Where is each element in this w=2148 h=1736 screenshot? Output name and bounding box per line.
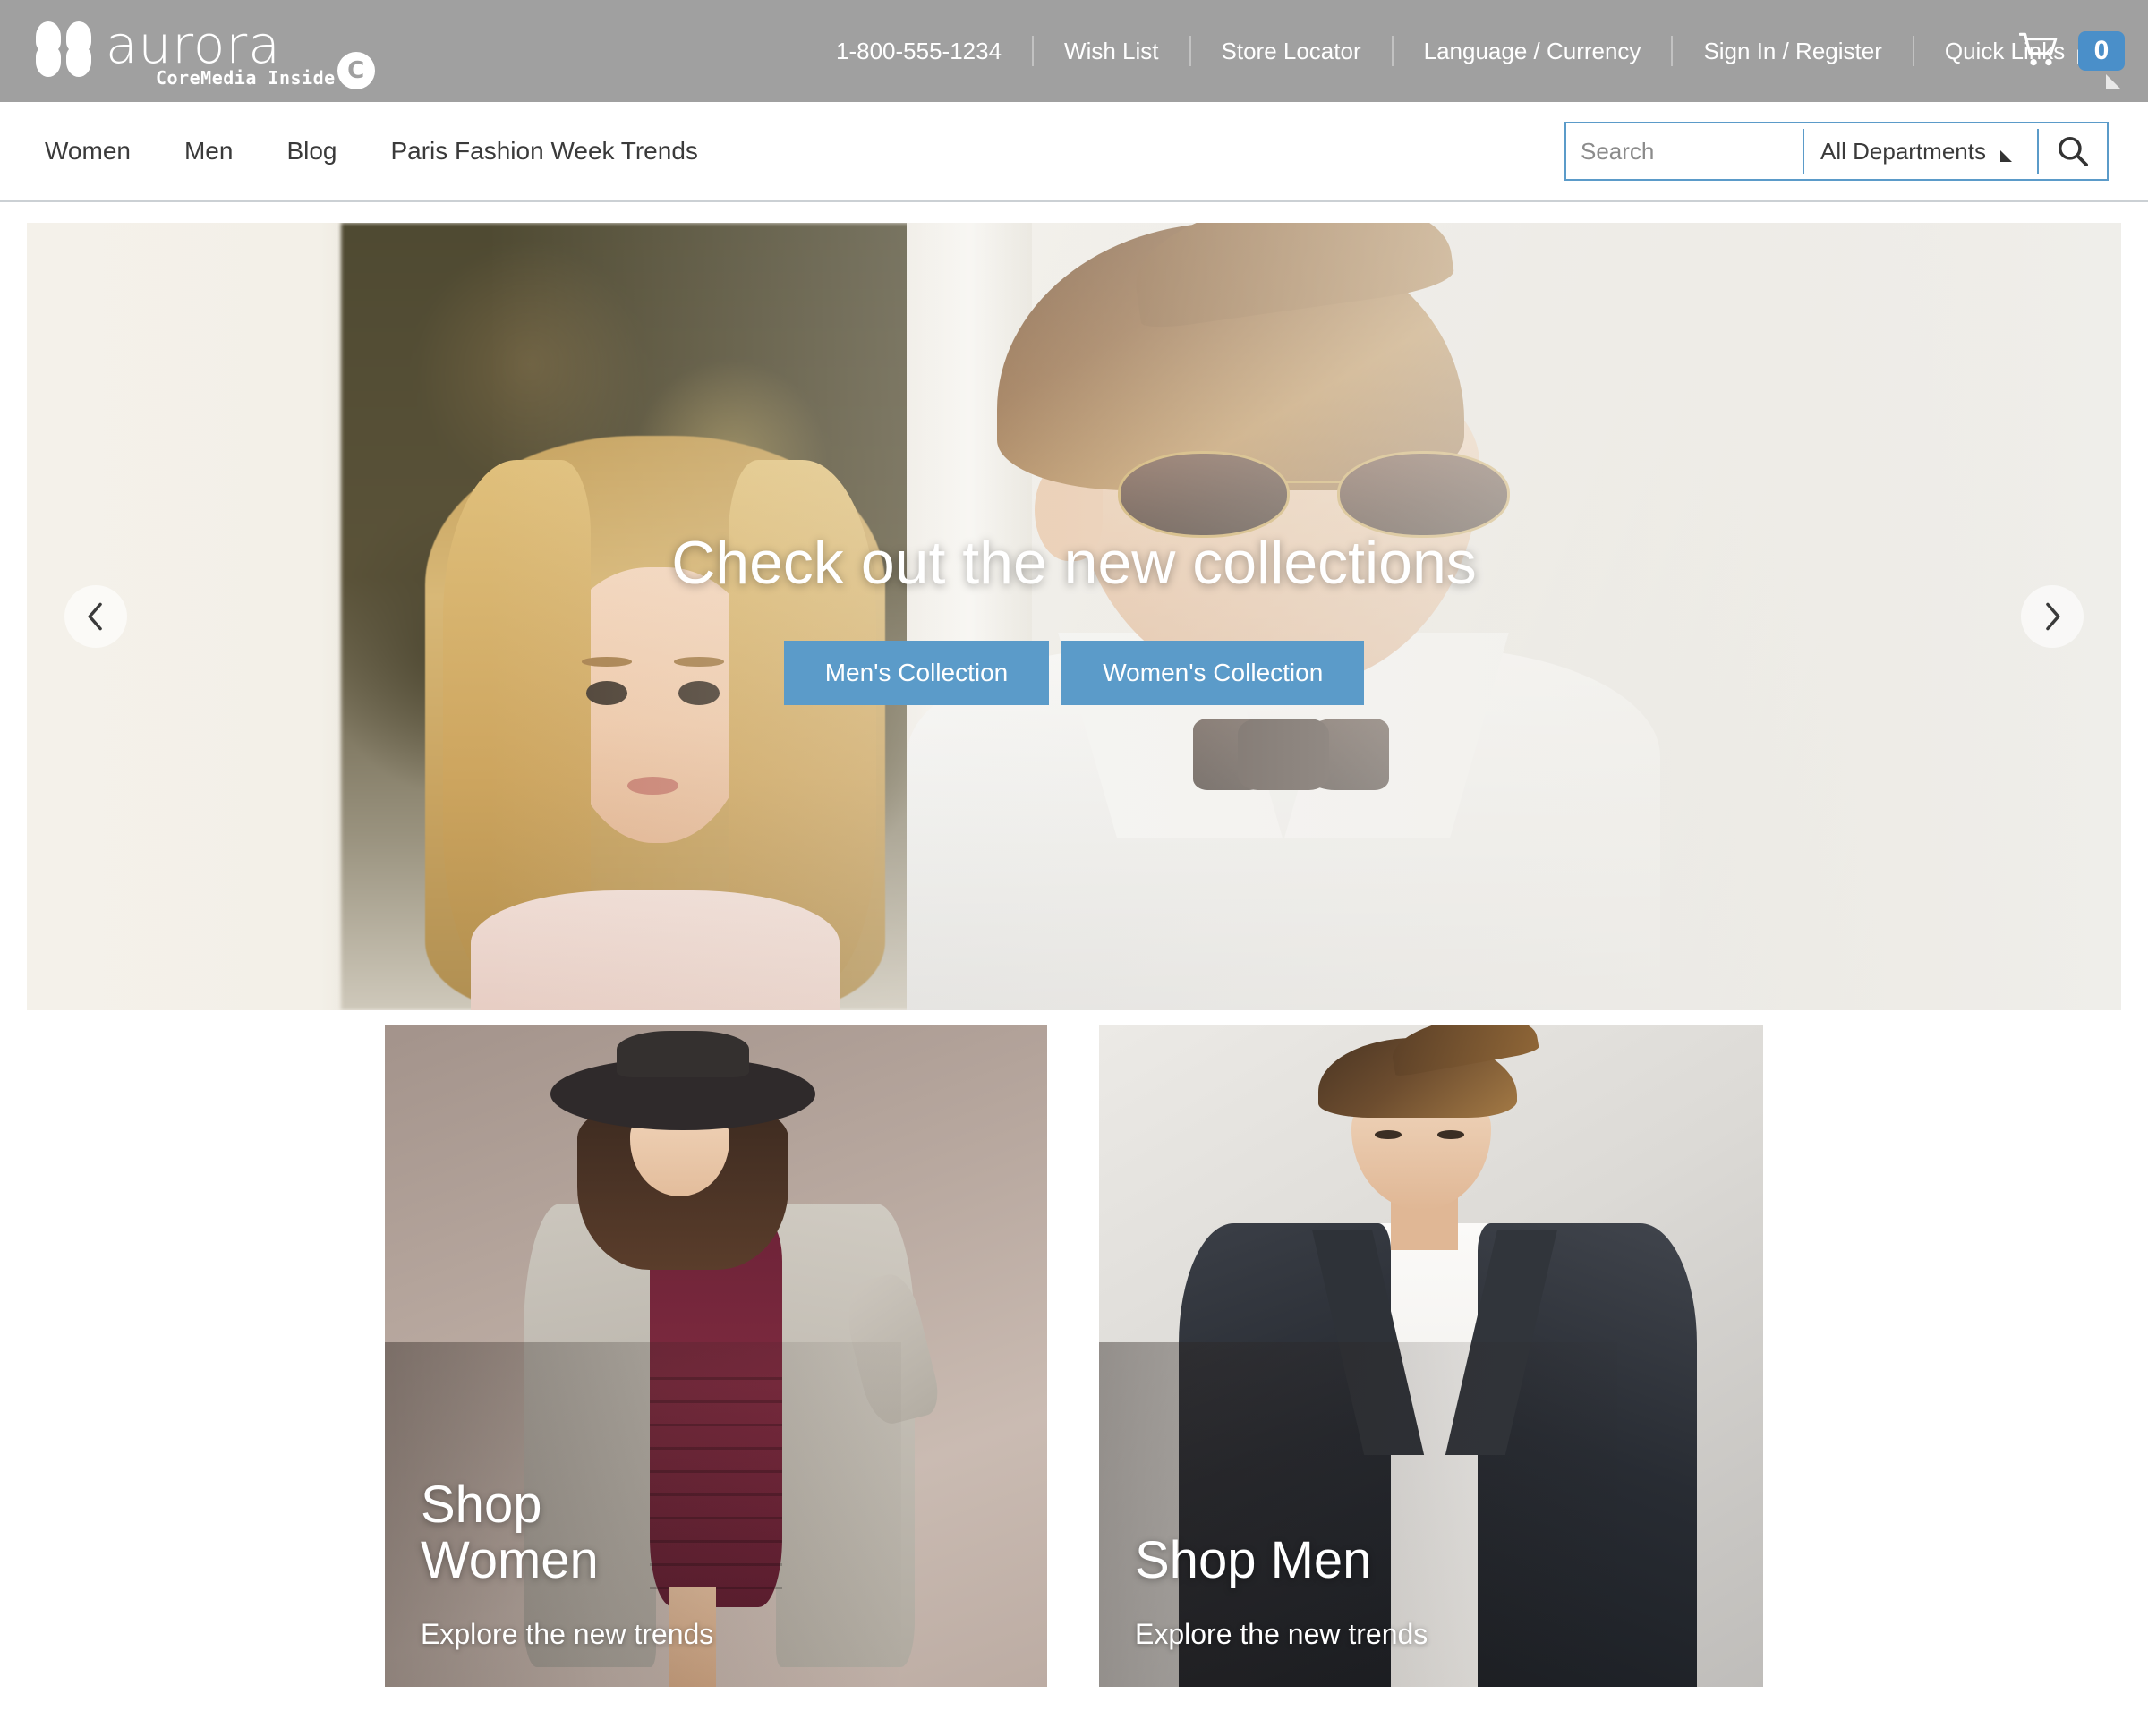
shop-men-title: Shop Men	[1135, 1530, 1372, 1589]
nav-item-women[interactable]: Women	[18, 137, 158, 166]
search-bar: All Departments	[1564, 122, 2109, 181]
cart-count-badge: 0	[2078, 31, 2125, 71]
nav-item-men[interactable]: Men	[158, 137, 260, 166]
womens-collection-button[interactable]: Women's Collection	[1061, 641, 1365, 705]
shopping-cart-icon	[2019, 32, 2058, 66]
language-currency-link[interactable]: Language / Currency	[1394, 38, 1672, 65]
search-icon	[2058, 137, 2088, 166]
shop-women-subtitle: Explore the new trends	[421, 1618, 714, 1650]
department-selected-label: All Departments	[1820, 137, 1986, 165]
shop-men-subtitle: Explore the new trends	[1135, 1618, 1428, 1650]
flower-logo-icon	[36, 21, 91, 77]
coremedia-badge-icon: C	[337, 52, 375, 89]
department-dropdown[interactable]: All Departments	[1804, 123, 2037, 179]
hero-carousel: Check out the new collections Men's Coll…	[27, 223, 2121, 1010]
promo-card-shop-women[interactable]: Shop Women Explore the new trends	[385, 1025, 1047, 1687]
store-locator-link[interactable]: Store Locator	[1191, 38, 1392, 65]
nav-items-group: Women Men Blog Paris Fashion Week Trends	[0, 137, 725, 166]
nav-item-paris-fashion-week-trends[interactable]: Paris Fashion Week Trends	[363, 137, 724, 166]
wish-list-link[interactable]: Wish List	[1034, 38, 1189, 65]
logo-tagline: CoreMedia Inside	[156, 67, 336, 89]
chevron-down-icon	[1999, 149, 2012, 162]
carousel-next-button[interactable]	[2021, 585, 2084, 648]
shop-men-text: Shop Men Explore the new trends	[1135, 1530, 1428, 1651]
cart-button[interactable]: 0	[2019, 0, 2125, 102]
search-input[interactable]	[1566, 123, 1803, 179]
top-links-group: 1-800-555-1234 Wish List Store Locator L…	[806, 0, 2123, 102]
carousel-prev-button[interactable]	[64, 585, 127, 648]
mens-collection-button[interactable]: Men's Collection	[783, 641, 1050, 705]
top-utility-bar: aurora CoreMedia Inside C 1-800-555-1234…	[0, 0, 2148, 102]
chevron-right-icon	[2046, 602, 2060, 631]
main-navigation-bar: Women Men Blog Paris Fashion Week Trends…	[0, 102, 2148, 202]
sign-in-register-link[interactable]: Sign In / Register	[1673, 38, 1912, 65]
nav-item-blog[interactable]: Blog	[260, 137, 363, 166]
cart-chevron-down-icon	[2106, 74, 2121, 89]
logo-wordmark: aurora	[106, 14, 281, 75]
shop-women-text: Shop Women Explore the new trends	[421, 1477, 713, 1651]
hero-buttons-group: Men's Collection Women's Collection	[783, 641, 1365, 705]
shop-women-title: Shop Women	[421, 1476, 599, 1589]
site-logo[interactable]: aurora CoreMedia Inside C	[36, 14, 375, 89]
search-submit-button[interactable]	[2039, 123, 2107, 179]
hero-content: Check out the new collections Men's Coll…	[27, 223, 2121, 1010]
promo-card-shop-men[interactable]: Shop Men Explore the new trends	[1099, 1025, 1763, 1687]
phone-link[interactable]: 1-800-555-1234	[806, 38, 1032, 65]
promo-cards-section: Shop Women Explore the new trends Shop M…	[0, 1025, 2148, 1687]
chevron-left-icon	[88, 602, 102, 631]
hero-title: Check out the new collections	[671, 529, 1477, 597]
